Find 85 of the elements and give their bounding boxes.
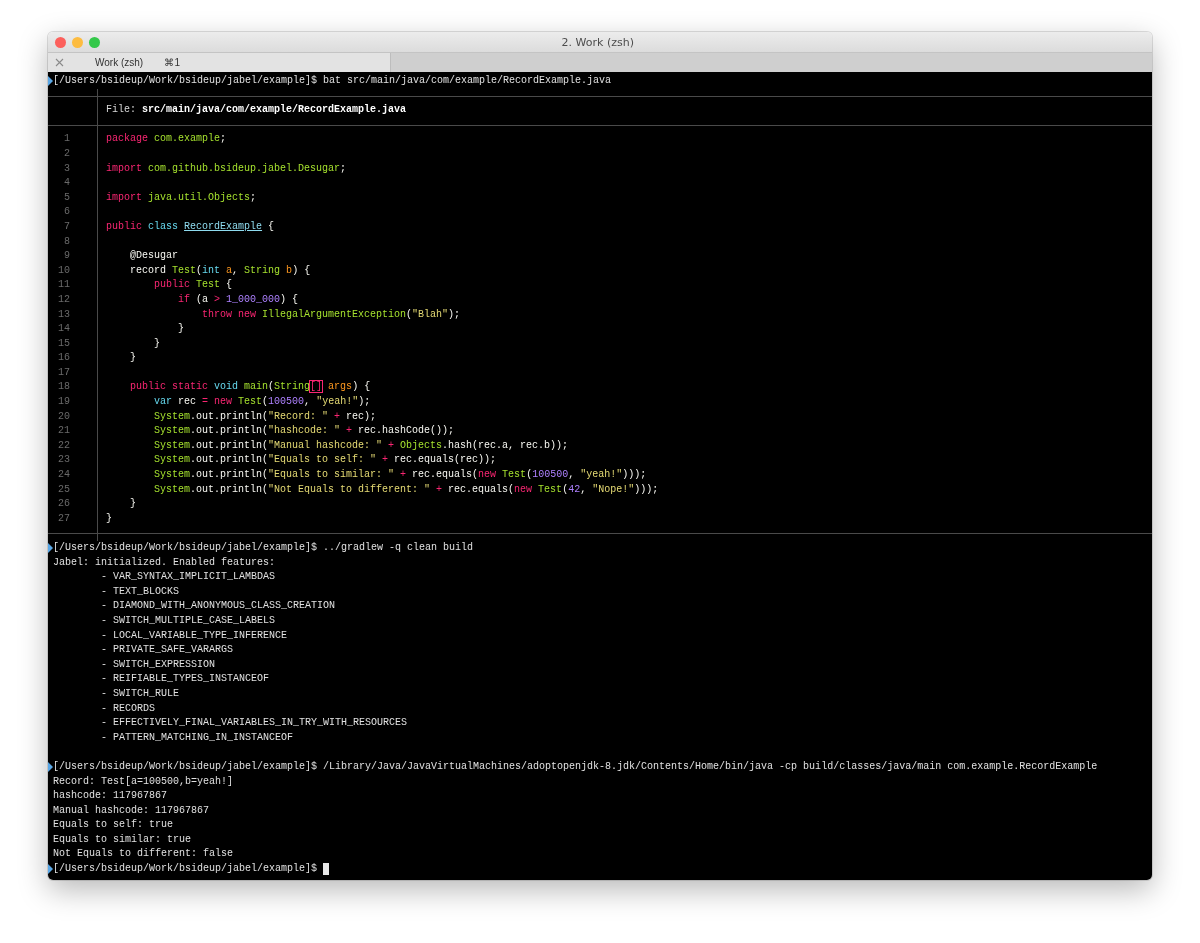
code-line: } <box>153 337 160 349</box>
code-line: System.out.println("Equals to self: " + rec.equals(rec)); <box>153 454 497 466</box>
line-number: 25 <box>58 483 70 495</box>
code-line: public static void main(String[] args) { <box>129 381 371 393</box>
code-line: import java.util.Objects; <box>106 191 257 203</box>
line-number: 14 <box>58 323 70 335</box>
line-number: 11 <box>58 279 70 291</box>
close-window-button[interactable] <box>55 36 66 48</box>
code-line: System.out.println("Equals to similar: " + rec.equals(new Test(100500, "yeah!"))); <box>153 469 647 481</box>
output-line: - REIFIABLE_TYPES_INSTANCEOF <box>101 673 270 685</box>
output-line: - LOCAL_VARIABLE_TYPE_INFERENCE <box>101 629 288 641</box>
close-icon[interactable] <box>55 58 64 67</box>
output-line: - SWITCH_MULTIPLE_CASE_LABELS <box>101 614 276 626</box>
output-line: Equals to similar: true <box>53 833 192 845</box>
text-cursor <box>323 863 330 876</box>
code-line: System.out.println("hashcode: " + rec.hashCode()); <box>153 425 455 437</box>
output-line: - RECORDS <box>101 702 155 714</box>
output-line: hashcode: 117967867 <box>53 790 168 802</box>
line-number: 13 <box>58 308 70 320</box>
line-number: 23 <box>58 454 70 466</box>
zoom-window-button[interactable] <box>89 36 100 48</box>
prompt-line: [/Users/bsideup/Work/bsideup/jabel/example]$ bat src/main/java/com/example/RecordExample.java <box>53 74 612 88</box>
code-line: } <box>129 352 136 364</box>
code-line: System.out.println("Record: " + rec); <box>153 410 377 422</box>
prompt-line: [/Users/bsideup/Work/bsideup/jabel/example]$ /Library/Java/JavaVirtualMachines/adoptopenjdk-8.jdk/Contents/Home/bin/java -cp build/classes/java/main com.example.RecordExample <box>53 759 1098 774</box>
prompt-mark-icon <box>48 76 53 87</box>
minimize-window-button[interactable] <box>72 36 83 48</box>
shortcut-label: ⌘1 <box>164 57 180 68</box>
line-number: 6 <box>64 206 70 218</box>
line-number: 1 <box>64 133 70 145</box>
output-line: - PRIVATE_SAFE_VARARGS <box>101 644 234 656</box>
prompt-mark-icon <box>48 543 53 554</box>
line-number: 19 <box>58 396 70 408</box>
output-line: - VAR_SYNTAX_IMPLICIT_LAMBDAS <box>101 571 276 583</box>
code-line: import com.github.bsideup.jabel.Desugar; <box>106 162 347 174</box>
prompt-line: [/Users/bsideup/Work/bsideup/jabel/example]$ ../gradlew -q clean build <box>53 541 474 555</box>
line-number: 10 <box>58 264 70 276</box>
code-line: throw new IllegalArgumentException("Blah"); <box>201 308 461 320</box>
prompt-line: [/Users/bsideup/Work/bsideup/jabel/example]$ <box>53 862 318 877</box>
output-line: - TEXT_BLOCKS <box>101 585 179 597</box>
terminal-tab[interactable]: Work (zsh) ⌘1 <box>48 53 391 72</box>
output-line: - PATTERN_MATCHING_IN_INSTANCEOF <box>101 731 294 743</box>
line-number: 7 <box>64 220 70 232</box>
line-number: 4 <box>64 177 70 189</box>
output-line: - EFFECTIVELY_FINAL_VARIABLES_IN_TRY_WITH_RESOURCES <box>101 717 408 729</box>
code-line: } <box>106 512 112 524</box>
code-line: if (a > 1_000_000) { <box>177 293 299 305</box>
output-line: Equals to self: true <box>53 819 174 831</box>
line-number: 16 <box>58 352 70 364</box>
code-line: public class RecordExample { <box>106 220 275 232</box>
prompt-mark-icon <box>48 762 53 773</box>
output-line: - SWITCH_RULE <box>101 687 179 699</box>
code-line: package com.example; <box>106 133 227 145</box>
line-number: 5 <box>64 191 70 203</box>
line-number: 3 <box>64 162 70 174</box>
line-number: 8 <box>64 235 70 247</box>
prompt-mark-icon <box>48 864 53 875</box>
line-number: 2 <box>64 147 70 159</box>
line-number: 24 <box>58 469 70 481</box>
line-number: 18 <box>58 381 70 393</box>
output-line: Manual hashcode: 117967867 <box>53 804 210 816</box>
code-line: } <box>177 323 184 335</box>
line-number: 12 <box>58 293 70 305</box>
line-number: 20 <box>58 410 70 422</box>
line-number: 21 <box>58 425 70 437</box>
code-line: System.out.println("Not Equals to different: " + rec.equals(new Test(42, "Nope!"))); <box>153 483 659 495</box>
line-number: 26 <box>58 498 70 510</box>
file-header: File: src/main/java/com/example/RecordExample.java <box>106 104 407 116</box>
output-line: - SWITCH_EXPRESSION <box>101 658 216 670</box>
code-line: var rec = new Test(100500, "yeah!"); <box>153 396 371 408</box>
line-number: 9 <box>64 250 70 262</box>
code-line: @Desugar <box>129 250 178 262</box>
line-number: 15 <box>58 337 70 349</box>
line-number: 27 <box>58 512 70 524</box>
output-line: Jabel: initialized. Enabled features: <box>53 556 276 568</box>
output-line: Record: Test[a=100500,b=yeah!] <box>53 775 234 787</box>
output-line: Not Equals to different: false <box>53 848 234 860</box>
code-line: } <box>129 498 136 510</box>
window-title: 2. Work (zsh) <box>561 35 634 49</box>
output-line: - DIAMOND_WITH_ANONYMOUS_CLASS_CREATION <box>101 600 336 612</box>
code-line: record Test(int a, String b) { <box>129 264 311 276</box>
code-line: System.out.println("Manual hashcode: " + Objects.hash(rec.a, rec.b)); <box>153 439 569 451</box>
code-line: public Test { <box>153 279 233 291</box>
line-number: 22 <box>58 439 70 451</box>
line-number: 17 <box>58 366 70 378</box>
